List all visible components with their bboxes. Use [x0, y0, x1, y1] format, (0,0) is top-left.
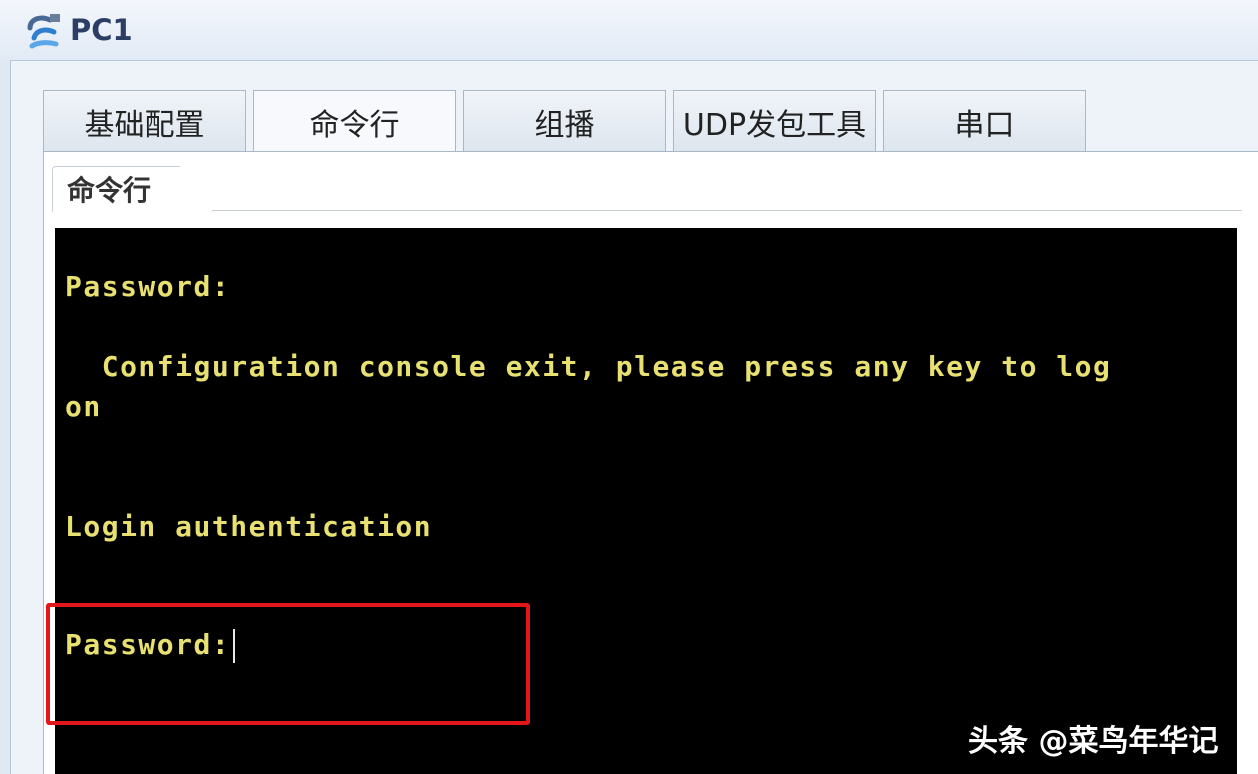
terminal-line: on [65, 390, 102, 423]
subtab-divider [212, 210, 1242, 211]
terminal-line: Configuration console exit, please press… [65, 350, 1112, 383]
highlight-annotation-box [46, 603, 530, 725]
window-titlebar: PC1 [0, 0, 1258, 60]
tab-multicast[interactable]: 组播 [463, 90, 666, 152]
panel-right-margin [1237, 228, 1258, 774]
tab-command-line[interactable]: 命令行 [253, 90, 456, 152]
tab-basic-config[interactable]: 基础配置 [43, 90, 246, 152]
terminal-line: Password: [65, 270, 231, 303]
watermark: 头条 @菜鸟年华记 [968, 724, 1219, 759]
tab-serial-port[interactable]: 串口 [883, 90, 1086, 152]
tab-udp-tool[interactable]: UDP发包工具 [673, 90, 876, 152]
network-pc-icon [27, 14, 60, 49]
terminal-line: Login authentication [65, 510, 433, 543]
window-title: PC1 [70, 13, 133, 47]
